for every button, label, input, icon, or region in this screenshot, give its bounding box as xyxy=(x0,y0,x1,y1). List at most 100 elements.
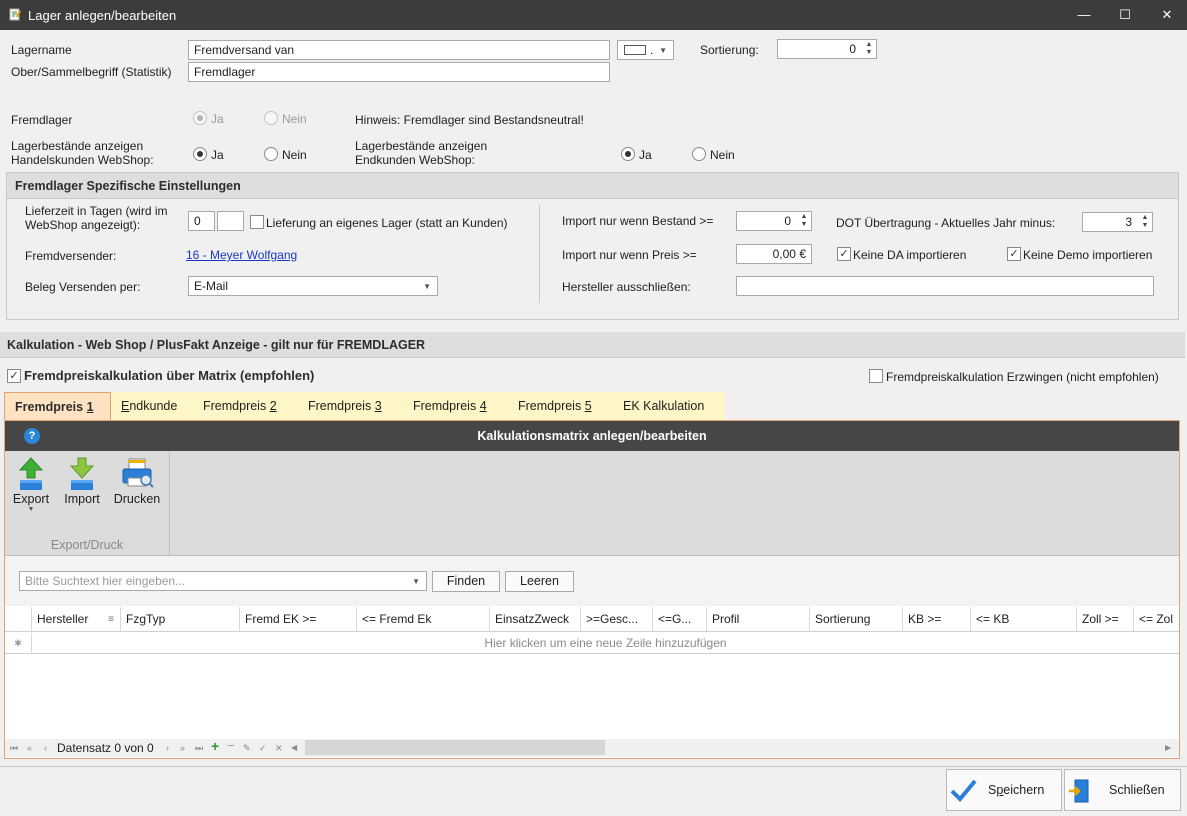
keine-da-label: Keine DA importieren xyxy=(853,248,967,262)
close-window-button[interactable]: ✕ xyxy=(1147,0,1187,30)
import-button[interactable]: Import xyxy=(60,456,104,518)
spin-icon[interactable]: ▲ ▼ xyxy=(799,213,809,229)
column-header[interactable]: <= Fremd Ek xyxy=(357,607,490,632)
column-header[interactable]: Fremd EK >= xyxy=(240,607,357,632)
fremdlager-nein-radio[interactable] xyxy=(264,111,278,125)
prev-record-icon[interactable]: ‹ xyxy=(44,741,47,755)
next-record-icon[interactable]: › xyxy=(166,741,169,755)
save-record-icon[interactable]: ✓ xyxy=(259,741,267,755)
fremdversender-link[interactable]: 16 - Meyer Wolfgang xyxy=(186,248,297,262)
search-input[interactable]: Bitte Suchtext hier eingeben... ▼ xyxy=(19,571,427,591)
matrix-label: Fremdpreiskalkulation über Matrix (empfo… xyxy=(24,368,315,383)
handel-ja-radio[interactable] xyxy=(193,147,207,161)
eigenes-lager-checkbox[interactable] xyxy=(250,215,264,229)
tab-fremdpreis-5[interactable]: Fremdpreis 5 xyxy=(508,392,613,420)
column-header[interactable]: Hersteller ≡ xyxy=(32,607,121,632)
window-title: Lager anlegen/bearbeiten xyxy=(28,8,177,23)
sammelbegriff-input[interactable]: Fremdlager xyxy=(188,62,610,82)
hersteller-input[interactable] xyxy=(736,276,1154,296)
dot-input[interactable]: 3 ▲ ▼ xyxy=(1082,212,1153,232)
delete-record-icon[interactable]: − xyxy=(227,739,235,753)
column-header[interactable]: <= KB xyxy=(971,607,1077,632)
color-picker[interactable]: . ▼ xyxy=(617,40,674,60)
first-record-icon[interactable]: ⏮ xyxy=(10,741,18,755)
checkmark-icon xyxy=(950,779,977,802)
color-dots: . xyxy=(650,43,654,57)
matrix-checkbox[interactable]: ✓ xyxy=(7,369,21,383)
horizontal-scrollbar-thumb[interactable] xyxy=(305,740,605,755)
column-header[interactable]: <=G... xyxy=(653,607,707,632)
column-header[interactable]: Profil xyxy=(707,607,810,632)
edit-record-icon[interactable]: ✎ xyxy=(243,741,251,755)
column-header[interactable]: Zoll >= xyxy=(1077,607,1134,632)
tab-fremdpreis-2[interactable]: Fremdpreis 2 xyxy=(193,392,298,420)
schliessen-button[interactable]: Schließen xyxy=(1064,769,1181,811)
leeren-button[interactable]: Leeren xyxy=(505,571,574,592)
fremdlager-label: Fremdlager xyxy=(11,113,73,127)
kalkulation-header: Kalkulation - Web Shop / PlusFakt Anzeig… xyxy=(0,332,1185,358)
maximize-button[interactable]: ☐ xyxy=(1105,0,1145,30)
tab-endkunde[interactable]: Endkunde xyxy=(111,392,193,420)
minimize-button[interactable]: — xyxy=(1064,0,1104,30)
endkunden-nein-label: Nein xyxy=(710,148,735,162)
keine-da-checkbox[interactable]: ✓ xyxy=(837,247,851,261)
hersteller-label: Hersteller ausschließen: xyxy=(562,280,691,294)
drucken-button[interactable]: Drucken xyxy=(112,456,162,518)
spezifisch-header: Fremdlager Spezifische Einstellungen xyxy=(7,173,1178,199)
export-icon xyxy=(18,457,44,490)
record-counter: Datensatz 0 von 0 xyxy=(57,741,154,755)
add-record-icon[interactable]: + xyxy=(211,739,219,753)
fremdlager-ja-radio[interactable] xyxy=(193,111,207,125)
prev-page-icon[interactable]: « xyxy=(27,741,32,755)
finden-button[interactable]: Finden xyxy=(432,571,500,592)
lagername-input[interactable]: Fremdversand van xyxy=(188,40,610,60)
endkunden-ja-radio[interactable] xyxy=(621,147,635,161)
next-page-icon[interactable]: » xyxy=(180,741,185,755)
endkunden-label-2: Endkunden WebShop: xyxy=(355,153,475,167)
fremdversender-label: Fremdversender: xyxy=(25,249,117,263)
column-header[interactable]: FzgTyp xyxy=(121,607,240,632)
lieferzeit-input-1[interactable]: 0 xyxy=(188,211,215,231)
export-druck-group-label: Export/Druck xyxy=(50,538,124,552)
import-bestand-input[interactable]: 0 ▲ ▼ xyxy=(736,211,812,231)
tab-label: Fremdpreis xyxy=(203,399,270,413)
lieferzeit-input-2[interactable] xyxy=(217,211,244,231)
spin-icon[interactable]: ▲ ▼ xyxy=(1140,214,1150,230)
erzwingen-checkbox[interactable] xyxy=(869,369,883,383)
column-header[interactable]: >=Gesc... xyxy=(581,607,653,632)
row-indicator-header xyxy=(5,607,32,632)
panel-title: Kalkulationsmatrix anlegen/bearbeiten xyxy=(477,429,707,443)
keine-demo-checkbox[interactable]: ✓ xyxy=(1007,247,1021,261)
import-bestand-value: 0 xyxy=(784,214,791,228)
cancel-record-icon[interactable]: ✕ xyxy=(275,741,283,755)
spezifisch-group: Fremdlager Spezifische Einstellungen xyxy=(6,172,1179,320)
tab-ek-kalkulation[interactable]: EK Kalkulation xyxy=(613,392,725,420)
handel-nein-radio[interactable] xyxy=(264,147,278,161)
speichern-button[interactable]: Speichern xyxy=(946,769,1062,811)
sortierung-value: 0 xyxy=(849,42,856,56)
tab-label: Fremdpreis xyxy=(413,399,480,413)
column-header[interactable]: Sortierung xyxy=(810,607,903,632)
export-button[interactable]: Export ▼ xyxy=(10,456,52,526)
column-header[interactable]: EinsatzZweck xyxy=(490,607,581,632)
scroll-right-icon[interactable]: ▶ xyxy=(1165,741,1171,755)
beleg-select[interactable]: E-Mail ▼ xyxy=(188,276,438,296)
tab-label: Fremdpreis xyxy=(15,400,87,414)
title-bar: Lager anlegen/bearbeiten — ☐ ✕ xyxy=(0,0,1187,30)
import-preis-input[interactable]: 0,00 € xyxy=(736,244,812,264)
endkunden-nein-radio[interactable] xyxy=(692,147,706,161)
handel-ja-label: Ja xyxy=(211,148,224,162)
tab-fremdpreis-3[interactable]: Fremdpreis 3 xyxy=(298,392,403,420)
new-row[interactable]: ✱ Hier klicken um eine neue Zeile hinzuz… xyxy=(5,633,1179,654)
last-record-icon[interactable]: ⏭ xyxy=(195,741,203,755)
tab-fremdpreis-4[interactable]: Fremdpreis 4 xyxy=(403,392,508,420)
column-header[interactable]: <= Zol xyxy=(1134,607,1179,632)
spin-icon[interactable]: ▲ ▼ xyxy=(864,41,874,57)
column-header[interactable]: KB >= xyxy=(903,607,971,632)
sammelbegriff-label: Ober/Sammelbegriff (Statistik) xyxy=(11,65,172,79)
import-label: Import xyxy=(64,492,100,506)
tab-fremdpreis-1[interactable]: Fremdpreis 1 xyxy=(4,392,111,421)
tab-label: Fremdpreis xyxy=(308,399,375,413)
scroll-left-icon[interactable]: ◀ xyxy=(291,741,297,755)
sortierung-input[interactable]: 0 ▲ ▼ xyxy=(777,39,877,59)
